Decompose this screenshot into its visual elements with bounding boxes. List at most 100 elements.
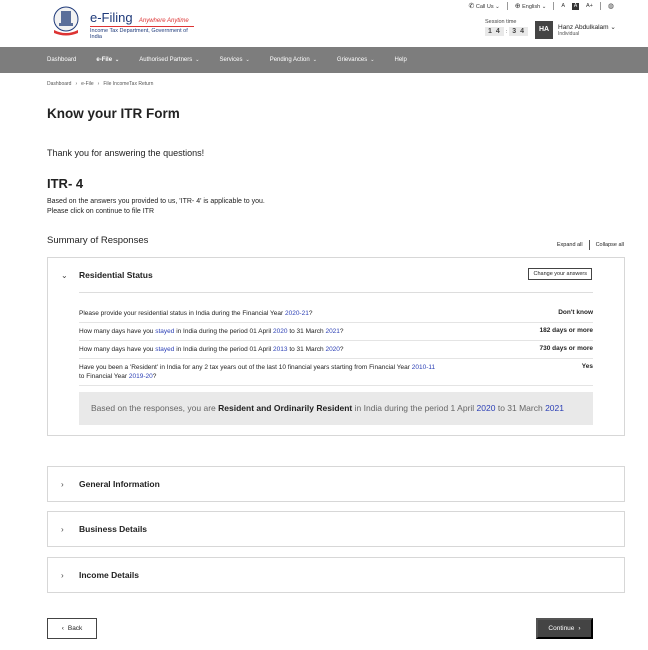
national-emblem-logo[interactable] <box>50 6 82 36</box>
result-part: in India during the period 1 April <box>352 403 477 413</box>
accordion-header[interactable]: › Income Details <box>48 558 624 592</box>
font-reset-button[interactable]: A <box>572 2 579 10</box>
question-highlight: 2020-21 <box>284 310 309 317</box>
divider <box>506 2 508 10</box>
question-highlight: 2010-11 <box>411 364 436 371</box>
accordion-header[interactable]: › Business Details <box>48 512 624 546</box>
breadcrumb-e-file[interactable]: e-File <box>81 81 94 87</box>
question-part: ? <box>308 310 313 317</box>
nav-label: e-File <box>96 57 113 63</box>
result-highlight: 2020 <box>476 403 496 413</box>
chevron-down-icon: ⌄ <box>370 57 375 63</box>
question-part: in India during the period 01 April <box>174 328 274 335</box>
chevron-right-icon: › <box>61 479 64 489</box>
utility-bar: ✆ Call Us ⌄ ⊕ English ⌄ A A A+ ◍ <box>468 2 614 10</box>
accordion-body: Please provide your residential status i… <box>48 292 624 425</box>
call-us-link[interactable]: ✆ Call Us ⌄ <box>468 2 499 10</box>
divider <box>553 2 555 10</box>
chevron-down-icon: ⌄ <box>610 24 616 31</box>
itr-desc-line-2: Please click on continue to file ITR <box>47 208 154 215</box>
answer-text: Don't know <box>558 309 593 316</box>
session-timer: Session time 1 4 : 3 4 <box>485 19 528 36</box>
accordion-residential-status: ⌄ Residential Status Change your answers… <box>47 257 625 436</box>
globe-icon: ⊕ <box>514 3 521 10</box>
font-increase-button[interactable]: A+ <box>586 3 593 9</box>
nav-dashboard[interactable]: Dashboard <box>47 57 76 63</box>
question-part: ? <box>339 346 344 353</box>
accordion-header[interactable]: › General Information <box>48 467 624 501</box>
chevron-down-icon: ⌄ <box>245 57 250 63</box>
contrast-icon[interactable]: ◍ <box>608 2 614 10</box>
user-menu[interactable]: HA Hanz Abdulkalam ⌄ Individual <box>535 21 616 39</box>
question-part: in India during the period 01 April <box>174 346 274 353</box>
nav-label: Pending Action <box>269 57 310 63</box>
accordion-title: Business Details <box>79 524 148 534</box>
nav-authorised-partners[interactable]: Authorised Partners ⌄ <box>139 57 199 63</box>
back-button[interactable]: ‹ Back <box>47 618 97 639</box>
page-title: Know your ITR Form <box>47 106 180 121</box>
residential-status-result: Based on the responses, you are Resident… <box>79 392 593 425</box>
divider <box>599 2 601 10</box>
question-text: How many days have you stayed in India d… <box>79 327 439 336</box>
accordion-title: Residential Status <box>79 270 153 280</box>
chevron-down-icon: ⌄ <box>495 4 500 10</box>
nav-help[interactable]: Help <box>394 57 406 63</box>
nav-label: Dashboard <box>47 57 77 63</box>
chevron-right-icon: › <box>61 524 64 534</box>
question-part: to 31 March <box>287 328 326 335</box>
question-text: Have you been a 'Resident' in India for … <box>79 363 439 381</box>
chevron-down-icon: ⌄ <box>312 57 317 63</box>
question-highlight: stayed <box>155 328 175 335</box>
chevron-left-icon: ‹ <box>61 625 64 632</box>
question-part: Have you been a 'Resident' in India for … <box>79 364 412 371</box>
question-part: to Financial Year <box>79 373 129 380</box>
nav-grievances[interactable]: Grievances ⌄ <box>337 57 375 63</box>
continue-button[interactable]: Continue › <box>536 618 593 639</box>
breadcrumb: Dashboard › e-File › File IncomeTax Retu… <box>47 81 153 87</box>
summary-title: Summary of Responses <box>47 235 149 246</box>
collapse-all-link[interactable]: Collapse all <box>596 242 624 248</box>
nav-label: Authorised Partners <box>139 57 193 63</box>
nav-label: Grievances <box>336 57 368 63</box>
language-selector[interactable]: ⊕ English ⌄ <box>515 2 547 10</box>
accordion-title: Income Details <box>79 570 139 580</box>
question-part: to 31 March <box>287 346 326 353</box>
expand-all-link[interactable]: Expand all <box>557 242 583 248</box>
question-highlight: 2021 <box>325 328 340 335</box>
question-highlight: stayed <box>155 346 175 353</box>
question-highlight: 2013 <box>273 346 288 353</box>
answer-text: 730 days or more <box>539 345 593 352</box>
accordion-header[interactable]: ⌄ Residential Status Change your answers <box>48 258 624 292</box>
breadcrumb-dashboard[interactable]: Dashboard <box>47 81 71 87</box>
question-highlight: 2020 <box>325 346 340 353</box>
accordion-business-details[interactable]: › Business Details <box>47 511 625 547</box>
brand-subtitle: Income Tax Department, Government of Ind… <box>90 26 194 40</box>
change-answers-button[interactable]: Change your answers <box>528 268 592 280</box>
continue-label: Continue <box>548 625 575 632</box>
itr-description: Based on the answers you provided to us,… <box>47 197 265 217</box>
answer-text: Yes <box>581 363 593 370</box>
chevron-right-icon: › <box>578 625 581 632</box>
nav-services[interactable]: Services ⌄ <box>219 57 249 63</box>
question-row: How many days have you stayed in India d… <box>79 341 593 359</box>
brand-block: e-Filing Anywhere Anytime Income Tax Dep… <box>90 10 194 40</box>
result-highlight: 2021 <box>545 403 564 413</box>
brand-title: e-Filing <box>90 10 133 25</box>
chevron-right-icon: › <box>75 81 78 87</box>
avatar: HA <box>535 21 553 39</box>
chevron-down-icon: ⌄ <box>541 4 547 10</box>
accordion-title: General Information <box>79 479 160 489</box>
nav-label: Help <box>394 57 407 63</box>
font-decrease-button[interactable]: A <box>561 3 565 9</box>
language-label: English <box>522 4 541 10</box>
result-status: Resident and Ordinarily Resident <box>218 403 353 413</box>
result-part: to 31 March <box>495 403 546 413</box>
nav-e-file[interactable]: e-File ⌄ <box>96 57 119 63</box>
accordion-income-details[interactable]: › Income Details <box>47 557 625 593</box>
accordion-general-information[interactable]: › General Information <box>47 466 625 502</box>
question-part: Please provide your residential status i… <box>79 310 285 317</box>
divider <box>588 240 590 250</box>
thanks-message: Thank you for answering the questions! <box>47 148 205 158</box>
nav-pending-action[interactable]: Pending Action ⌄ <box>270 57 317 63</box>
itr-form-title: ITR- 4 <box>47 176 84 191</box>
